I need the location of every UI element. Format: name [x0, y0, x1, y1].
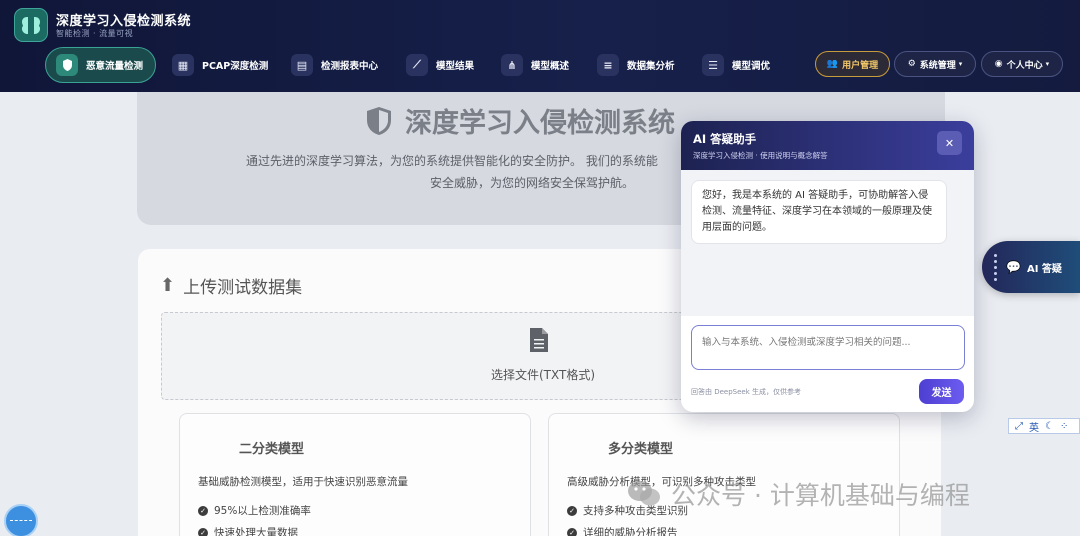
gear-icon: ⚙	[907, 59, 916, 69]
check-circle-icon: ✓	[567, 527, 577, 536]
app-title: 深度学习入侵检测系统	[56, 14, 192, 29]
feature-text: 详细的威胁分析报告	[583, 527, 678, 536]
hero-title-text: 深度学习入侵检测系统	[405, 108, 675, 139]
shield-icon	[56, 54, 78, 76]
feature-text: 快速处理大量数据	[214, 527, 298, 536]
model-feature: ✓ 快速处理大量数据	[198, 525, 298, 536]
hero-title: 深度学习入侵检测系统	[365, 101, 675, 140]
ai-fab-label: AI 答疑	[1026, 263, 1062, 275]
nav-report-center[interactable]: ▤ 检测报表中心	[291, 47, 378, 83]
feature-text: 95%以上检测准确率	[214, 505, 311, 517]
model-feature: ✓ 详细的威胁分析报告	[567, 525, 678, 536]
hero-description-line1: 通过先进的深度学习算法，为您的系统提供智能化的安全防护。 我们的系统能	[246, 154, 658, 168]
user-management-button[interactable]: 👥 用户管理	[815, 51, 890, 77]
chat-messages: 您好，我是本系统的 AI 答疑助手，可协助解答入侵检测、流量特征、深度学习在本领…	[681, 170, 974, 316]
personal-center-dropdown[interactable]: ◉ 个人中心 ▾	[981, 51, 1063, 77]
nav-pcap-detect[interactable]: ▦ PCAP深度检测	[172, 47, 268, 83]
users-icon: 👥	[826, 59, 839, 69]
ime-toolbar[interactable]: ⤢ 英 ☾ ⁘	[1008, 418, 1080, 434]
check-circle-icon: ✓	[198, 505, 208, 516]
nav-label: 模型概述	[531, 61, 570, 72]
system-management-label: 系统管理	[919, 60, 956, 71]
nav-model-overview[interactable]: ⋔ 模型概述	[501, 47, 569, 83]
file-icon	[530, 328, 548, 352]
sitemap-icon: ▦	[172, 54, 194, 76]
shield-icon	[367, 106, 391, 135]
nav-label: 检测报表中心	[321, 61, 379, 72]
caret-down-icon: ▾	[958, 60, 963, 68]
model-feature: ✓ 95%以上检测准确率	[198, 503, 311, 518]
upload-section-title: ⬆ 上传测试数据集	[160, 273, 302, 298]
close-icon: ✕	[944, 136, 955, 150]
nav-label: 模型结果	[436, 61, 475, 72]
file-dropzone[interactable]	[161, 312, 721, 400]
user-management-label: 用户管理	[842, 60, 879, 71]
floating-circle-button[interactable]	[4, 504, 38, 536]
model-card-description: 基础威胁检测模型，适用于快速识别恶意流量	[198, 476, 408, 488]
nav-dataset-analysis[interactable]: ≡ 数据集分析	[597, 47, 675, 83]
app-subtitle: 智能检测 · 流量可视	[56, 29, 134, 38]
check-circle-icon: ✓	[567, 505, 577, 516]
model-card-title: 多分类模型	[608, 442, 674, 457]
send-button[interactable]: 发送	[919, 379, 964, 404]
choose-file-label[interactable]: 选择文件(TXT格式)	[491, 366, 595, 383]
drag-handle-icon[interactable]	[994, 254, 997, 281]
hero-description-line2: 安全威胁，为您的网络安全保驾护航。	[430, 176, 635, 190]
chat-bubble-icon: 💬	[1006, 260, 1021, 274]
close-chat-button[interactable]: ✕	[937, 131, 962, 155]
ime-language[interactable]: 英	[1029, 419, 1039, 434]
chat-header: AI 答疑助手 深度学习入侵检测 · 使用说明与概念解答 ✕	[681, 121, 974, 170]
nav-label: 数据集分析	[627, 61, 675, 72]
network-icon: ⋔	[501, 54, 523, 76]
upload-title-text: 上传测试数据集	[183, 278, 303, 298]
watermark-text: 公众号 · 计算机基础与编程	[671, 481, 970, 510]
upload-icon: ⬆	[160, 275, 176, 296]
chat-disclaimer: 回答由 DeepSeek 生成，仅供参考	[691, 388, 802, 396]
line-chart-icon: ⟋	[406, 54, 428, 76]
wechat-icon	[628, 481, 660, 506]
database-icon: ≡	[597, 54, 619, 76]
system-management-dropdown[interactable]: ⚙ 系统管理 ▾	[894, 51, 976, 77]
nav-label: 模型调优	[732, 61, 771, 72]
chat-question-input[interactable]	[691, 325, 965, 370]
file-report-icon: ▤	[291, 54, 313, 76]
sliders-icon: ☰	[702, 54, 724, 76]
nav-malicious-traffic[interactable]: 恶意流量检测	[45, 47, 156, 83]
nav-model-results[interactable]: ⟋ 模型结果	[406, 47, 474, 83]
user-circle-icon: ◉	[994, 59, 1003, 69]
check-circle-icon: ✓	[198, 527, 208, 536]
brain-logo-icon[interactable]	[14, 8, 48, 42]
chat-subtitle: 深度学习入侵检测 · 使用说明与概念解答	[693, 151, 828, 160]
ai-chat-panel: AI 答疑助手 深度学习入侵检测 · 使用说明与概念解答 ✕ 您好，我是本系统的…	[681, 121, 974, 412]
assistant-message: 您好，我是本系统的 AI 答疑助手，可协助解答入侵检测、流量特征、深度学习在本领…	[691, 180, 947, 244]
chat-title: AI 答疑助手	[693, 132, 757, 146]
expand-icon[interactable]: ⤢	[1015, 421, 1023, 432]
personal-center-label: 个人中心	[1006, 60, 1043, 71]
model-card-title: 二分类模型	[239, 442, 305, 457]
settings-dots-icon[interactable]: ⁘	[1060, 421, 1068, 432]
ai-assistant-fab[interactable]: 💬 AI 答疑	[982, 241, 1080, 293]
nav-model-tuning[interactable]: ☰ 模型调优	[702, 47, 770, 83]
moon-icon[interactable]: ☾	[1045, 421, 1054, 432]
nav-label: PCAP深度检测	[202, 61, 269, 72]
caret-down-icon: ▾	[1045, 60, 1050, 68]
watermark: 公众号 · 计算机基础与编程	[627, 476, 970, 512]
nav-label: 恶意流量检测	[86, 61, 144, 72]
